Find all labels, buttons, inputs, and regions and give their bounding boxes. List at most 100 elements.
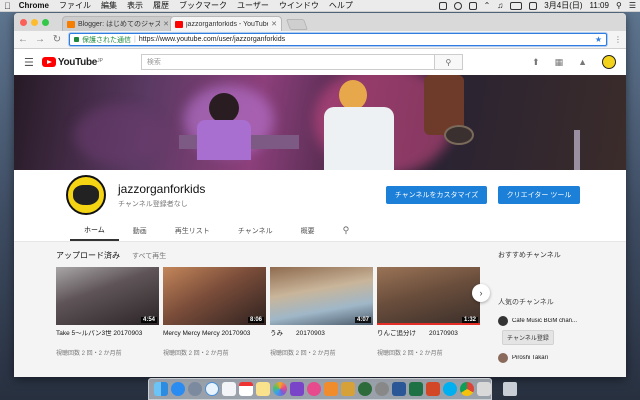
mail-icon[interactable] — [222, 382, 236, 396]
channel-avatar[interactable] — [66, 175, 106, 215]
macos-menubar:  Chrome ファイル 編集 表示 履歴 ブックマーク ユーザー ウインドウ… — [0, 0, 640, 12]
menu-file[interactable]: ファイル — [59, 0, 91, 11]
shelf-next-button[interactable]: › — [472, 284, 490, 302]
close-tab-icon[interactable]: ✕ — [271, 20, 277, 28]
word-icon[interactable] — [392, 382, 406, 396]
recommended-channel[interactable]: Cafe Music BGM chan... — [498, 316, 622, 326]
reload-icon[interactable]: ↻ — [52, 34, 62, 45]
timemachine-app-icon[interactable] — [358, 382, 372, 396]
video-thumbnail[interactable]: 4:54 — [56, 267, 159, 325]
menu-help[interactable]: ヘルプ — [329, 0, 353, 11]
recommended-channel-name[interactable]: Cafe Music BGM chan... — [512, 318, 577, 324]
tab-playlists[interactable]: 再生リスト — [161, 220, 224, 241]
menu-window[interactable]: ウインドウ — [279, 0, 319, 11]
appstore-icon[interactable] — [171, 382, 185, 396]
zoom-window-button[interactable] — [42, 19, 49, 26]
finder-icon[interactable] — [154, 382, 168, 396]
subscribe-button[interactable]: チャンネル登録 — [502, 330, 554, 345]
forward-icon[interactable]: → — [35, 34, 45, 45]
search-input[interactable]: 検索 — [140, 54, 435, 70]
video-title[interactable]: りんご追分け 20170903 — [377, 330, 480, 346]
system-preferences-icon[interactable] — [375, 382, 389, 396]
recommended-channels-title: おすすめチャンネル — [498, 252, 561, 259]
play-all-link[interactable]: すべて再生 — [132, 251, 166, 261]
blogger-icon — [67, 20, 75, 28]
spotlight-icon[interactable]: ⚲ — [616, 1, 622, 10]
browser-tab-blogger[interactable]: Blogger: はじめてのジャズオルガ ✕ — [62, 16, 174, 31]
tab-channels[interactable]: チャンネル — [224, 220, 287, 241]
screen-icon[interactable] — [438, 1, 447, 10]
apple-icon[interactable]:  — [4, 1, 11, 11]
search-button[interactable]: ⚲ — [434, 54, 463, 70]
youtube-logo[interactable]: YouTube JP — [41, 57, 103, 68]
ibooks-icon[interactable] — [324, 382, 338, 396]
imovie-icon[interactable] — [290, 382, 304, 396]
creator-studio-button[interactable]: クリエイター ツール — [498, 186, 580, 204]
menu-app-name[interactable]: Chrome — [19, 1, 49, 10]
video-card[interactable]: 4:54 Take 5～ルパン3世 20170903 視聴回数 2 回・2 か月… — [56, 267, 159, 357]
menubar-time[interactable]: 11:09 — [590, 1, 609, 10]
video-card[interactable]: 4:07 うみ 20170903 視聴回数 2 回・2 か月前 — [270, 267, 373, 357]
video-title[interactable]: Take 5～ルパン3世 20170903 — [56, 330, 159, 346]
tab-videos[interactable]: 動画 — [119, 220, 161, 241]
customize-channel-button[interactable]: チャンネルをカスタマイズ — [386, 186, 487, 204]
powerpoint-icon[interactable] — [426, 382, 440, 396]
timemachine-icon[interactable] — [453, 1, 462, 10]
video-title[interactable]: うみ 20170903 — [270, 330, 373, 346]
airplay-icon[interactable] — [468, 1, 477, 10]
apps-grid-icon[interactable]: ▦ — [555, 57, 564, 68]
flag-icon[interactable] — [529, 1, 538, 10]
recommended-channel-name[interactable]: Piroshi Takari — [512, 355, 548, 361]
section-title[interactable]: アップロード済み — [56, 250, 120, 261]
close-window-button[interactable] — [20, 19, 27, 26]
close-tab-icon[interactable]: ✕ — [163, 20, 169, 28]
url-text[interactable]: https://www.youtube.com/user/jazzorganfo… — [139, 36, 285, 43]
menu-view[interactable]: 表示 — [127, 0, 143, 11]
tab-about[interactable]: 概要 — [287, 220, 329, 241]
browser-tab-youtube[interactable]: jazzorganforkids - YouTube ✕ — [170, 16, 282, 31]
excel-icon[interactable] — [409, 382, 423, 396]
calendar-icon[interactable] — [239, 382, 253, 396]
new-tab-button[interactable] — [285, 19, 309, 30]
chrome-icon[interactable] — [460, 382, 474, 396]
video-title[interactable]: Mercy Mercy Mercy 20170903 — [163, 330, 266, 346]
photos-icon[interactable] — [273, 382, 287, 396]
menu-history[interactable]: 履歴 — [153, 0, 169, 11]
upload-icon[interactable]: ⬆ — [532, 57, 540, 68]
video-thumbnail[interactable]: 4:07 — [270, 267, 373, 325]
safari-icon[interactable] — [205, 382, 219, 396]
bookmark-star-icon[interactable]: ★ — [595, 35, 602, 44]
video-card[interactable]: 1:32 りんご追分け 20170903 視聴回数 2 回・2 か月前 — [377, 267, 480, 357]
battery-icon[interactable] — [510, 1, 523, 10]
video-thumbnail[interactable]: 1:32 — [377, 267, 480, 325]
video-thumbnail[interactable]: 8:06 — [163, 267, 266, 325]
notes-icon[interactable] — [256, 382, 270, 396]
garageband-icon[interactable] — [341, 382, 355, 396]
hamburger-menu-icon[interactable]: ☰ — [24, 56, 34, 69]
preview-icon[interactable] — [477, 382, 491, 396]
itunes-icon[interactable] — [307, 382, 321, 396]
menu-bookmarks[interactable]: ブックマーク — [179, 0, 227, 11]
menu-user[interactable]: ユーザー — [237, 0, 269, 11]
volume-icon[interactable]: ♫ — [497, 1, 503, 10]
tab-home[interactable]: ホーム — [70, 220, 119, 241]
skype-icon[interactable] — [443, 382, 457, 396]
notifications-bell-icon[interactable]: ▲ — [578, 57, 587, 67]
channel-avatar-small[interactable] — [498, 353, 508, 363]
trash-icon[interactable] — [503, 382, 517, 396]
notification-icon[interactable]: ☰ — [629, 1, 636, 10]
menu-edit[interactable]: 編集 — [101, 0, 117, 11]
account-avatar[interactable] — [602, 55, 616, 69]
recommended-channel[interactable]: Piroshi Takari — [498, 353, 622, 363]
chrome-menu-icon[interactable]: ⋮ — [614, 35, 622, 44]
back-icon[interactable]: ← — [18, 34, 28, 45]
launchpad-icon[interactable] — [188, 382, 202, 396]
channel-avatar-small[interactable] — [498, 316, 508, 326]
wifi-icon[interactable]: ⌃ — [484, 1, 491, 10]
minimize-window-button[interactable] — [31, 19, 38, 26]
video-card[interactable]: 8:06 Mercy Mercy Mercy 20170903 視聴回数 2 回… — [163, 267, 266, 357]
macos-dock — [148, 378, 517, 400]
menubar-date[interactable]: 3月4日(日) — [544, 0, 582, 11]
channel-search-icon[interactable]: ⚲ — [329, 220, 364, 241]
address-bar[interactable]: 保護された通信 | https://www.youtube.com/user/j… — [69, 33, 607, 46]
